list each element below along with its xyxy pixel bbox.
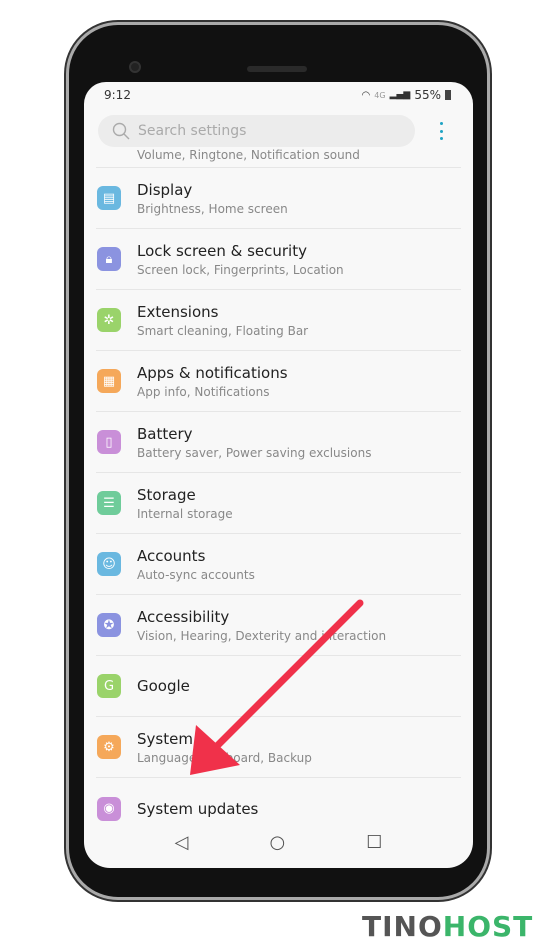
logo-part1: TINO bbox=[362, 910, 443, 943]
annotation-arrow bbox=[190, 599, 364, 775]
logo-part2: HOST bbox=[442, 910, 534, 943]
watermark-logo: TINOHOST bbox=[362, 910, 533, 943]
